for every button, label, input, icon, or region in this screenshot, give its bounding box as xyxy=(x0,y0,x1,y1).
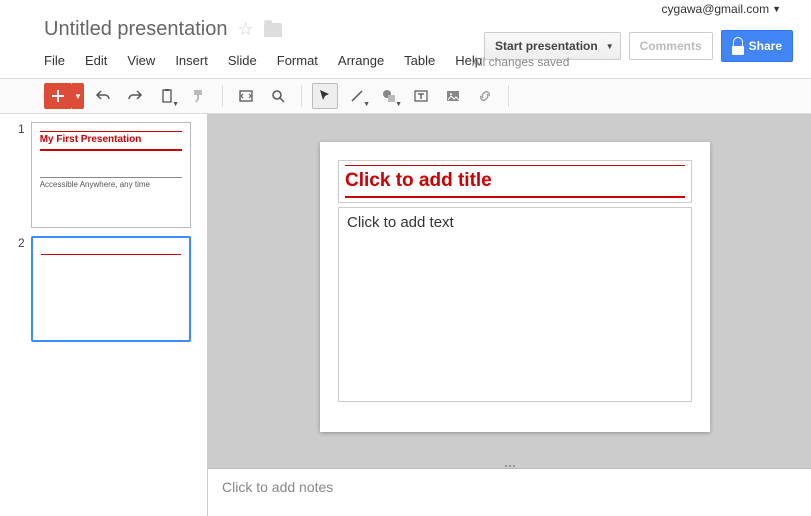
slide-panel: 1 My First Presentation Accessible Anywh… xyxy=(0,114,208,516)
redo-button[interactable] xyxy=(122,83,148,109)
fit-button[interactable] xyxy=(233,83,259,109)
chevron-down-icon: ▼ xyxy=(772,4,781,14)
folder-icon[interactable] xyxy=(264,23,282,37)
chevron-down-icon: ▼ xyxy=(606,42,614,51)
thumb-number: 2 xyxy=(18,236,25,250)
menu-arrange[interactable]: Arrange xyxy=(338,53,384,68)
paint-format-button[interactable] xyxy=(186,83,212,109)
comments-button[interactable]: Comments xyxy=(629,32,713,60)
menu-slide[interactable]: Slide xyxy=(228,53,257,68)
account-email: cygawa@gmail.com xyxy=(662,2,770,16)
body-text: Click to add text xyxy=(347,214,454,231)
new-slide-dropdown[interactable]: ▼ xyxy=(72,83,84,109)
image-tool[interactable] xyxy=(440,83,466,109)
separator xyxy=(508,85,509,107)
body-placeholder[interactable]: Click to add text xyxy=(338,207,692,402)
lock-icon xyxy=(732,37,744,55)
textbox-tool[interactable] xyxy=(408,83,434,109)
separator xyxy=(222,85,223,107)
menu-bar: File Edit View Insert Slide Format Arran… xyxy=(44,53,482,68)
current-slide[interactable]: Click to add title Click to add text xyxy=(320,142,710,432)
line-tool[interactable]: ▼ xyxy=(344,83,370,109)
start-presentation-dropdown[interactable]: ▼ xyxy=(600,32,621,60)
zoom-button[interactable] xyxy=(265,83,291,109)
paste-button[interactable]: ▼ xyxy=(154,83,180,109)
link-tool[interactable] xyxy=(472,83,498,109)
menu-insert[interactable]: Insert xyxy=(175,53,208,68)
menu-table[interactable]: Table xyxy=(404,53,435,68)
menu-edit[interactable]: Edit xyxy=(85,53,107,68)
title-text: Click to add title xyxy=(345,170,685,192)
notes-placeholder: Click to add notes xyxy=(222,479,333,495)
slide-thumbnail[interactable]: My First Presentation Accessible Anywher… xyxy=(31,122,191,228)
undo-button[interactable] xyxy=(90,83,116,109)
menu-view[interactable]: View xyxy=(127,53,155,68)
separator xyxy=(301,85,302,107)
account-menu[interactable]: cygawa@gmail.com ▼ xyxy=(662,2,781,16)
slide-canvas[interactable]: Click to add title Click to add text xyxy=(208,114,811,468)
doc-title[interactable]: Untitled presentation xyxy=(44,18,227,41)
toolbar: ▼ ▼ ▼ ▼ xyxy=(0,78,811,114)
thumb-title: My First Presentation xyxy=(40,134,182,146)
title-placeholder[interactable]: Click to add title xyxy=(338,160,692,203)
notes-resize-handle[interactable] xyxy=(498,465,522,472)
new-slide-button[interactable] xyxy=(44,83,72,109)
speaker-notes[interactable]: Click to add notes xyxy=(208,468,811,516)
share-button[interactable]: Share xyxy=(721,30,793,62)
thumb-number: 1 xyxy=(18,122,25,136)
select-tool[interactable] xyxy=(312,83,338,109)
slide-thumbnail[interactable] xyxy=(31,236,191,342)
save-status: All changes saved xyxy=(472,55,569,69)
thumb-subtitle: Accessible Anywhere, any time xyxy=(40,180,182,189)
star-icon[interactable]: ☆ xyxy=(237,19,253,40)
shape-tool[interactable]: ▼ xyxy=(376,83,402,109)
menu-format[interactable]: Format xyxy=(277,53,318,68)
menu-file[interactable]: File xyxy=(44,53,65,68)
